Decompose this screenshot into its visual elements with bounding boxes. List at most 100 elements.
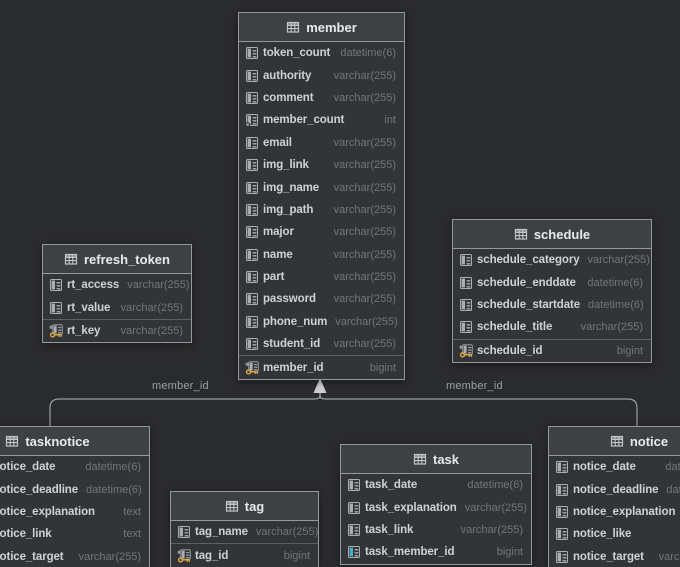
column-row-member_count[interactable]: member_countint: [239, 109, 404, 131]
column-row-schedule_category[interactable]: schedule_categoryvarchar(255): [453, 249, 651, 271]
relation-line-tasknotice-member[interactable]: [50, 393, 320, 427]
column-name: rt_value: [67, 302, 110, 314]
column-row-tasknotice_deadline[interactable]: tasknotice_deadlinedatetime(6): [0, 478, 149, 500]
table-task[interactable]: tasktask_datedatetime(6)task_explanation…: [340, 444, 532, 565]
column-row-tag_id[interactable]: tag_idbigint: [171, 543, 318, 566]
table-member[interactable]: membertoken_countdatetime(6)authorityvar…: [238, 12, 405, 380]
table-header-refresh_token[interactable]: refresh_token: [43, 245, 191, 274]
column-type: datetime(6): [587, 277, 643, 289]
column-name: img_path: [263, 204, 313, 216]
column-row-comment[interactable]: commentvarchar(255): [239, 87, 404, 109]
column-row-token_count[interactable]: token_countdatetime(6): [239, 42, 404, 64]
column-row-tasknotice_explanation[interactable]: tasknotice_explanationtext: [0, 501, 149, 523]
column-row-tag_name[interactable]: tag_name varchar(255): [171, 521, 318, 543]
column-row-task_member_id[interactable]: task_member_idbigint: [341, 541, 531, 563]
column-type: int: [384, 114, 396, 126]
column-icon: [555, 460, 569, 474]
column-row-name[interactable]: namevarchar(255): [239, 244, 404, 266]
table-header-tag[interactable]: tag: [171, 492, 318, 521]
column-type: varchar(255): [334, 226, 396, 238]
column-type: varchar(255): [334, 271, 396, 283]
column-icon: [555, 483, 569, 497]
column-icon: [245, 225, 259, 239]
column-name: tasknotice_explanation: [0, 506, 95, 518]
column-row-img_path[interactable]: img_pathvarchar(255): [239, 199, 404, 221]
column-icon: [177, 525, 191, 539]
table-header-schedule[interactable]: schedule: [453, 220, 651, 249]
column-name: tag_name: [195, 526, 248, 538]
table-header-member[interactable]: member: [239, 13, 404, 42]
column-icon: [245, 292, 259, 306]
column-name: tasknotice_target: [0, 551, 64, 563]
table-header-notice[interactable]: notice: [549, 427, 680, 456]
column-name: rt_key: [67, 325, 100, 337]
table-icon: [413, 452, 427, 466]
column-name: schedule_id: [477, 345, 542, 357]
column-row-rt_access[interactable]: rt_accessvarchar(255): [43, 274, 191, 296]
column-name: email: [263, 137, 292, 149]
column-row-img_link[interactable]: img_linkvarchar(255): [239, 154, 404, 176]
table-notice[interactable]: noticenotice_datedatetime(6)notice_deadl…: [548, 426, 680, 567]
column-row-notice_date[interactable]: notice_datedatetime(6): [549, 456, 680, 478]
column-row-notice_explanation[interactable]: notice_explanation: [549, 501, 680, 523]
column-row-schedule_id[interactable]: schedule_idbigint: [453, 339, 651, 362]
column-name: task_link: [365, 524, 413, 536]
table-header-task[interactable]: task: [341, 445, 531, 474]
column-row-authority[interactable]: authorityvarchar(255): [239, 64, 404, 86]
column-row-tasknotice_date[interactable]: tasknotice_datedatetime(6): [0, 456, 149, 478]
column-row-notice_target[interactable]: notice_targetvarchar(255): [549, 546, 680, 567]
column-row-email[interactable]: emailvarchar(255): [239, 132, 404, 154]
column-row-student_id[interactable]: student_idvarchar(255): [239, 333, 404, 355]
table-title: schedule: [534, 227, 590, 242]
table-tasknotice[interactable]: tasknoticetasknotice_datedatetime(6)task…: [0, 426, 150, 567]
table-refresh_token[interactable]: refresh_tokenrt_accessvarchar(255)rt_val…: [42, 244, 192, 343]
relation-label-member-id-right: member_id: [446, 380, 503, 392]
primary-key-column-icon: [459, 344, 473, 358]
column-row-schedule_title[interactable]: schedule_titlevarchar(255): [453, 316, 651, 338]
column-type: varchar(255): [256, 526, 318, 538]
foreign-key-column-icon: [347, 545, 361, 559]
column-type: varchar(255): [79, 551, 141, 563]
column-with-dot-icon: [245, 113, 259, 127]
column-name: comment: [263, 92, 313, 104]
column-name: tag_id: [195, 550, 228, 562]
column-row-img_name[interactable]: img_namevarchar(255): [239, 176, 404, 198]
column-row-rt_key[interactable]: rt_keyvarchar(255): [43, 319, 191, 342]
table-schedule[interactable]: scheduleschedule_categoryvarchar(255)sch…: [452, 219, 652, 363]
table-header-tasknotice[interactable]: tasknotice: [0, 427, 149, 456]
column-row-schedule_enddate[interactable]: schedule_enddatedatetime(6): [453, 271, 651, 293]
column-name: task_date: [365, 479, 417, 491]
column-row-notice_deadline[interactable]: notice_deadlinedatetime(6): [549, 478, 680, 500]
table-icon: [610, 434, 624, 448]
column-row-schedule_startdate[interactable]: schedule_startdatedatetime(6): [453, 294, 651, 316]
column-name: img_link: [263, 159, 309, 171]
column-row-tasknotice_target[interactable]: tasknotice_target varchar(255): [0, 546, 149, 567]
column-row-task_link[interactable]: task_linkvarchar(255): [341, 519, 531, 541]
column-row-tasknotice_link[interactable]: tasknotice_linktext: [0, 523, 149, 545]
column-type: datetime(6): [665, 461, 680, 473]
column-row-major[interactable]: majorvarchar(255): [239, 221, 404, 243]
column-name: schedule_category: [477, 254, 580, 266]
column-type: datetime(6): [85, 461, 141, 473]
column-icon: [459, 276, 473, 290]
column-icon: [245, 69, 259, 83]
column-type: varchar(255): [334, 182, 396, 194]
column-icon: [347, 478, 361, 492]
relation-line-notice-member[interactable]: [320, 393, 637, 427]
column-name: phone_num: [263, 316, 327, 328]
column-row-task_date[interactable]: task_datedatetime(6): [341, 474, 531, 496]
column-type: varchar(255): [334, 293, 396, 305]
column-row-phone_num[interactable]: phone_numvarchar(255): [239, 311, 404, 333]
column-row-notice_like[interactable]: notice_like: [549, 523, 680, 545]
primary-key-column-icon: [177, 549, 191, 563]
column-row-member_id[interactable]: member_idbigint: [239, 355, 404, 378]
column-type: varchar(255): [659, 551, 680, 563]
column-name: part: [263, 271, 284, 283]
column-row-task_explanation[interactable]: task_explanationvarchar(255): [341, 496, 531, 518]
table-tag[interactable]: tag tag_name varchar(255) tag_idbigint: [170, 491, 319, 567]
column-row-part[interactable]: part varchar(255): [239, 266, 404, 288]
column-row-rt_value[interactable]: rt_valuevarchar(255): [43, 296, 191, 318]
column-icon: [245, 248, 259, 262]
column-icon: [245, 91, 259, 105]
column-row-password[interactable]: passwordvarchar(255): [239, 288, 404, 310]
